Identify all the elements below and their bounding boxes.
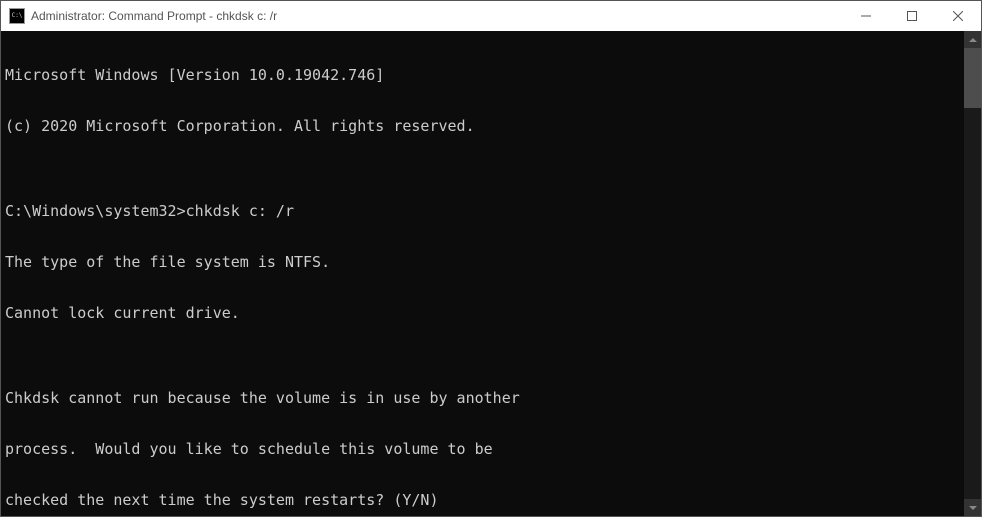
terminal-line: checked the next time the system restart… (5, 492, 964, 509)
vertical-scrollbar[interactable] (964, 31, 981, 516)
command-prompt-window: C:\ Administrator: Command Prompt - chkd… (0, 0, 982, 517)
cmd-icon: C:\ (9, 8, 25, 24)
scroll-thumb[interactable] (964, 48, 981, 108)
window-controls (843, 1, 981, 31)
terminal-line: C:\Windows\system32>chkdsk c: /r (5, 203, 964, 220)
terminal-line: (c) 2020 Microsoft Corporation. All righ… (5, 118, 964, 135)
close-button[interactable] (935, 1, 981, 31)
scroll-up-button[interactable] (964, 31, 981, 48)
scroll-down-button[interactable] (964, 499, 981, 516)
terminal-line: Cannot lock current drive. (5, 305, 964, 322)
terminal-line: process. Would you like to schedule this… (5, 441, 964, 458)
scroll-track[interactable] (964, 48, 981, 499)
terminal-output[interactable]: Microsoft Windows [Version 10.0.19042.74… (1, 31, 964, 516)
terminal-line: Microsoft Windows [Version 10.0.19042.74… (5, 67, 964, 84)
terminal-area: Microsoft Windows [Version 10.0.19042.74… (1, 31, 981, 516)
maximize-button[interactable] (889, 1, 935, 31)
window-title: Administrator: Command Prompt - chkdsk c… (31, 9, 843, 23)
terminal-line: The type of the file system is NTFS. (5, 254, 964, 271)
titlebar[interactable]: C:\ Administrator: Command Prompt - chkd… (1, 1, 981, 31)
minimize-button[interactable] (843, 1, 889, 31)
terminal-line: Chkdsk cannot run because the volume is … (5, 390, 964, 407)
